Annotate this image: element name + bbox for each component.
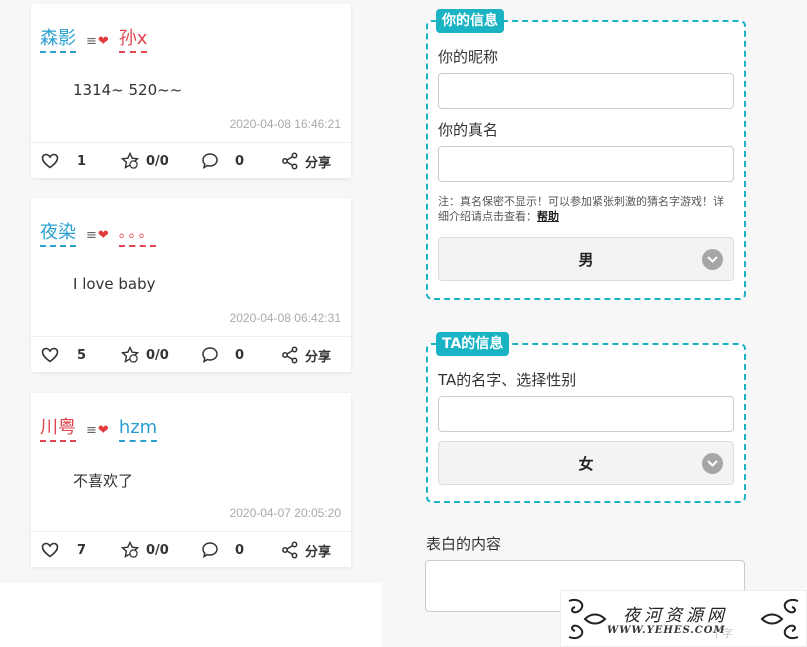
confession-message: 不喜欢了 xyxy=(73,472,134,490)
your-gender-select[interactable]: 男 xyxy=(438,237,734,281)
post-time: 2020-04-08 06:42:31 xyxy=(229,311,341,325)
rose-count: 0/0 xyxy=(146,153,169,169)
loves-icon: ≡ ❤ xyxy=(86,422,109,438)
confession-card: 夜染 ≡ ❤ 。。。 I love baby 2020-04-08 06:42:3… xyxy=(31,198,351,372)
share-label: 分享 xyxy=(305,349,332,365)
like-button[interactable]: 7 xyxy=(41,532,86,568)
share-button[interactable]: 分享 xyxy=(281,143,331,179)
realname-input[interactable] xyxy=(438,146,734,182)
ta-info-legend: TA的信息 xyxy=(436,332,510,356)
confession-card: 森影 ≡ ❤ 孙x 1314~ 520~~ 2020-04-08 16:46:21… xyxy=(31,4,351,178)
rose-button[interactable]: 0/0 xyxy=(120,143,169,179)
ornament-left-icon xyxy=(568,599,607,639)
sender-name[interactable]: 森影 xyxy=(40,29,76,53)
share-label: 分享 xyxy=(305,155,332,171)
rose-icon xyxy=(120,152,140,169)
receiver-name[interactable]: 孙x xyxy=(118,29,148,53)
post-time: 2020-04-08 16:46:21 xyxy=(229,117,341,131)
like-button[interactable]: 1 xyxy=(41,143,86,179)
nickname-input[interactable] xyxy=(438,73,734,109)
card-header: 夜染 ≡ ❤ 。。。 xyxy=(40,222,156,248)
ornament-right-icon xyxy=(760,599,799,639)
rose-count: 0/0 xyxy=(146,347,169,363)
comment-button[interactable]: 0 xyxy=(201,532,244,568)
heart-icon xyxy=(41,347,59,363)
share-icon xyxy=(282,152,298,170)
your-info-legend: 你的信息 xyxy=(436,9,504,33)
chevron-down-icon xyxy=(702,249,723,270)
watermark: 个字 夜河资源网 WWW.YEHES.COM xyxy=(560,590,807,647)
heart-icon xyxy=(41,542,59,558)
share-label: 分享 xyxy=(305,544,332,560)
card-actions: 7 0/0 0 分享 xyxy=(31,531,351,567)
card-header: 川粤 ≡ ❤ hzm xyxy=(40,417,158,443)
share-button[interactable]: 分享 xyxy=(281,337,331,373)
comment-count: 0 xyxy=(235,542,245,558)
your-gender-value: 男 xyxy=(578,250,594,269)
help-link[interactable]: 帮助 xyxy=(537,210,559,223)
like-count: 7 xyxy=(77,542,87,558)
chevron-down-icon xyxy=(702,453,723,474)
confession-card: 川粤 ≡ ❤ hzm 不喜欢了 2020-04-07 20:05:20 7 0/0… xyxy=(31,393,351,567)
loves-icon: ≡ ❤ xyxy=(86,227,109,243)
your-info-section: 你的信息 你的昵称 你的真名 注：真名保密不显示！可以参加紧张刺激的猜名字游戏！… xyxy=(426,9,746,300)
confession-message: I love baby xyxy=(73,275,156,293)
blank-panel xyxy=(0,583,382,647)
comment-icon xyxy=(202,542,218,558)
loves-icon: ≡ ❤ xyxy=(86,33,109,49)
watermark-title: 夜河资源网 xyxy=(623,606,728,626)
share-button[interactable]: 分享 xyxy=(281,532,331,568)
comment-icon xyxy=(202,347,218,363)
rose-icon xyxy=(120,346,140,363)
content-label: 表白的内容 xyxy=(426,535,502,553)
comment-button[interactable]: 0 xyxy=(201,337,244,373)
post-time: 2020-04-07 20:05:20 xyxy=(229,506,341,520)
heart-icon xyxy=(41,153,59,169)
rose-icon xyxy=(120,541,140,558)
ta-gender-value: 女 xyxy=(578,454,594,473)
card-header: 森影 ≡ ❤ 孙x xyxy=(40,28,148,54)
ta-name-label: TA的名字、选择性别 xyxy=(438,371,577,389)
comment-button[interactable]: 0 xyxy=(201,143,244,179)
rose-count: 0/0 xyxy=(146,542,169,558)
receiver-name[interactable]: 。。。 xyxy=(118,223,156,247)
ta-info-section: TA的信息 TA的名字、选择性别 女 xyxy=(426,332,746,503)
realname-note: 注：真名保密不显示！可以参加紧张刺激的猜名字游戏！详细介绍请点击查看：帮助 xyxy=(438,195,724,223)
card-actions: 1 0/0 0 分享 xyxy=(31,142,351,178)
rose-button[interactable]: 0/0 xyxy=(120,337,169,373)
realname-label: 你的真名 xyxy=(438,121,499,139)
like-button[interactable]: 5 xyxy=(41,337,86,373)
share-icon xyxy=(282,346,298,364)
ta-name-input[interactable] xyxy=(438,396,734,432)
card-actions: 5 0/0 0 分享 xyxy=(31,336,351,372)
like-count: 5 xyxy=(77,347,87,363)
comment-count: 0 xyxy=(235,347,245,363)
ta-gender-select[interactable]: 女 xyxy=(438,441,734,485)
sender-name[interactable]: 夜染 xyxy=(40,223,76,247)
confession-message: 1314~ 520~~ xyxy=(73,81,183,99)
receiver-name[interactable]: hzm xyxy=(118,418,158,442)
nickname-label: 你的昵称 xyxy=(438,48,499,66)
comment-icon xyxy=(202,153,218,169)
rose-button[interactable]: 0/0 xyxy=(120,532,169,568)
like-count: 1 xyxy=(77,153,87,169)
comment-count: 0 xyxy=(235,153,245,169)
watermark-url: WWW.YEHES.COM xyxy=(607,625,726,636)
sender-name[interactable]: 川粤 xyxy=(40,418,76,442)
share-icon xyxy=(282,541,298,559)
